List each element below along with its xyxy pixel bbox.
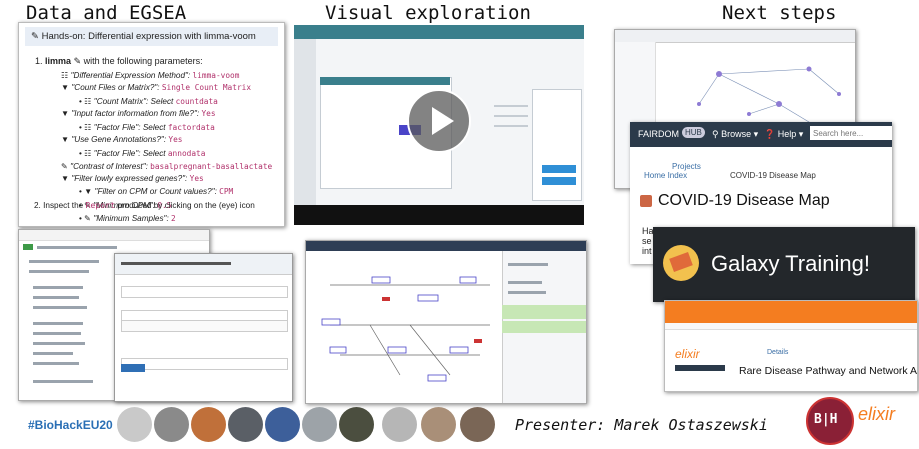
galaxy-tool-form [114,253,293,402]
fairdom-navbar: FAIRDOM HUB ⚲ Browse ▾ ❓ Help ▾ [630,122,892,147]
fairdom-logo: FAIRDOM [638,129,680,139]
bih-logo: B|H [806,397,854,445]
avatar [382,407,417,442]
pencil-icon: ✎ [73,56,82,66]
crumb-projects[interactable]: Projects [672,162,701,171]
avatar [228,407,263,442]
handson-header: ✎ Hands-on: Differential expression with… [25,27,278,46]
file-icon: ☷ [61,71,69,80]
avatar [339,407,374,442]
pathway-diagram [321,276,490,382]
pathway-map-screenshot [305,240,587,404]
param-line: ▼ "Count Files or Matrix?": Single Count… [61,83,252,92]
crumb-home[interactable]: Home Index [644,171,687,180]
avatar [302,407,337,442]
elixir-page-screenshot: elixir Details Rare Disease Pathway and … [664,300,918,392]
help-menu[interactable]: ❓ Help ▾ [764,129,803,140]
param-line: ☷ "Differential Expression Method": limm… [61,71,240,80]
avatar [460,407,495,442]
galaxy-training-label: Galaxy Training! [711,251,870,276]
step-1: 1. limma ✎ with the following parameters… [35,56,203,66]
run-tool-button[interactable] [121,364,145,372]
param-line: • ▼ "Filter on CPM or Count values?": CP… [79,187,234,196]
heading-data-egsea: Data and EGSEA [26,2,187,24]
param-line: • ☷ "Factor File": Select annodata [79,149,206,158]
pencil-icon: ✎ [61,162,68,171]
heading-visual-exploration: Visual exploration [325,2,531,24]
video-player[interactable] [294,25,584,225]
pencil-icon: ✎ [31,31,39,42]
file-icon: ☷ [84,149,92,158]
file-icon: ☷ [84,123,92,132]
filter-icon: ▼ [61,135,70,144]
hashtag: #BioHackEU20 [28,418,113,432]
avatar [117,407,152,442]
param-line: • ✎ "Minimum Samples": 2 [79,214,176,223]
filter-icon: ▼ [61,83,70,92]
tab-details[interactable]: Details [767,349,788,356]
handson-panel: ✎ Hands-on: Differential expression with… [18,22,285,227]
fairdom-page-title: COVID-19 Disease Map [658,192,830,209]
browse-menu[interactable]: ⚲ Browse ▾ [712,129,758,140]
elixir-page-title: Rare Disease Pathway and Network Analysi… [739,365,918,377]
filter-icon: ▼ [61,174,70,183]
avatar [265,407,300,442]
param-line: • ☷ "Factor File": Select factordata [79,123,215,132]
heading-next-steps: Next steps [722,2,837,24]
step-2: 2. Inspect the Report produced by clicki… [34,200,255,210]
avatar [191,407,226,442]
galaxy-logo-icon [663,245,699,281]
file-icon: ☷ [84,97,92,106]
elixir-logo: elixir [858,404,896,424]
handson-title: Hands-on: Differential expression with l… [41,31,256,42]
play-icon[interactable] [407,89,471,153]
presenter-label: Presenter: Marek Ostaszewski [515,416,768,434]
param-line: • ☷ "Count Matrix": Select countdata [79,97,218,106]
param-line: ▼ "Use Gene Annotations?": Yes [61,135,183,144]
avatar [154,407,189,442]
param-line: ✎ "Contrast of Interest": basalpregnant-… [61,162,273,171]
search-icon: ⚲ [712,129,719,139]
project-icon [640,195,652,207]
avatar [421,407,456,442]
filter-icon: ▼ [61,109,70,118]
galaxy-training-banner[interactable]: Galaxy Training! [653,227,915,302]
param-line: ▼ "Filter lowly expressed genes?": Yes [61,174,204,183]
param-line: ▼ "Input factor information from file?":… [61,109,216,118]
elixir-logo: elixir [671,337,731,385]
pencil-icon: ✎ [84,214,92,223]
fairdom-search-input[interactable] [810,126,892,140]
filter-icon: ▼ [84,187,93,196]
crumb-page: COVID-19 Disease Map [730,171,816,180]
